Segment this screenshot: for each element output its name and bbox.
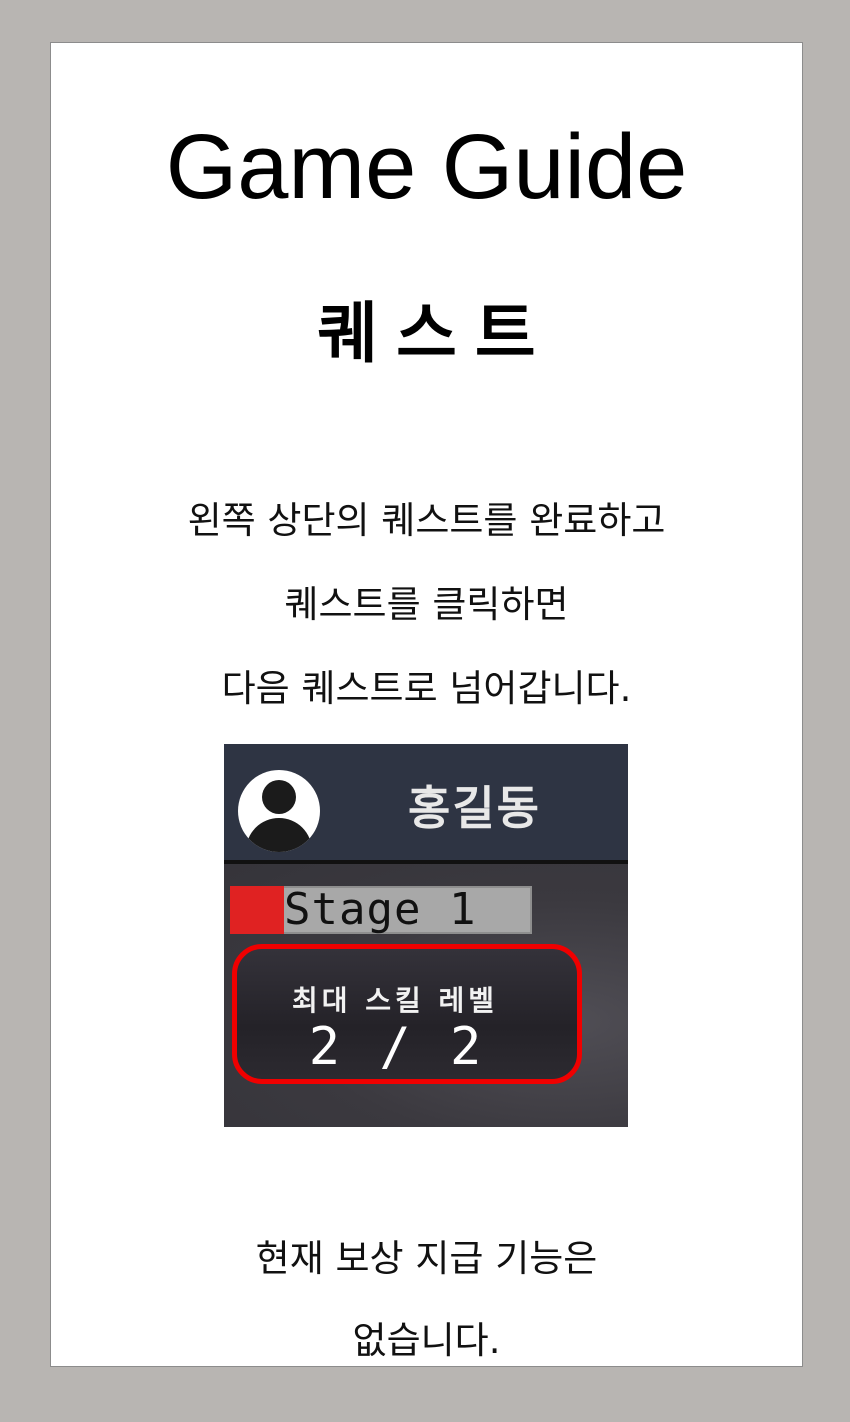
stage-progress-bar: Stage 1 bbox=[230, 886, 532, 934]
user-avatar-icon bbox=[238, 770, 320, 852]
game-screenshot: 홍길동 Stage 1 최대 스킬 레벨 2 / 2 bbox=[224, 744, 628, 1127]
stage-progress-fill bbox=[230, 886, 285, 934]
avatar-body bbox=[246, 818, 312, 852]
note-line: 현재 보상 지급 기능은 bbox=[255, 1237, 598, 1280]
skill-level-label: 최대 스킬 레벨 bbox=[291, 984, 499, 1017]
guide-card: Game Guide 퀘스트 왼쪽 상단의 퀘스트를 완료하고 퀘스트를 클릭하… bbox=[50, 42, 803, 1367]
player-name: 홍길동 bbox=[408, 781, 541, 835]
description: 왼쪽 상단의 퀘스트를 완료하고 퀘스트를 클릭하면 다음 퀘스트로 넘어갑니다… bbox=[51, 479, 802, 731]
page-title: Game Guide bbox=[165, 116, 688, 218]
quest-highlight-box: 최대 스킬 레벨 2 / 2 bbox=[232, 944, 582, 1084]
note-line: 없습니다. bbox=[352, 1319, 501, 1362]
skill-level-value: 2 / 2 bbox=[308, 1017, 486, 1077]
description-line: 왼쪽 상단의 퀘스트를 완료하고 bbox=[187, 499, 666, 542]
stage-label: Stage 1 bbox=[284, 884, 477, 935]
avatar-head bbox=[262, 780, 296, 814]
description-line: 다음 퀘스트로 넘어갑니다. bbox=[221, 667, 632, 710]
reward-note: 현재 보상 지급 기능은 없습니다. bbox=[51, 1218, 802, 1382]
description-line: 퀘스트를 클릭하면 bbox=[284, 583, 569, 626]
section-title: 퀘스트 bbox=[317, 295, 554, 372]
